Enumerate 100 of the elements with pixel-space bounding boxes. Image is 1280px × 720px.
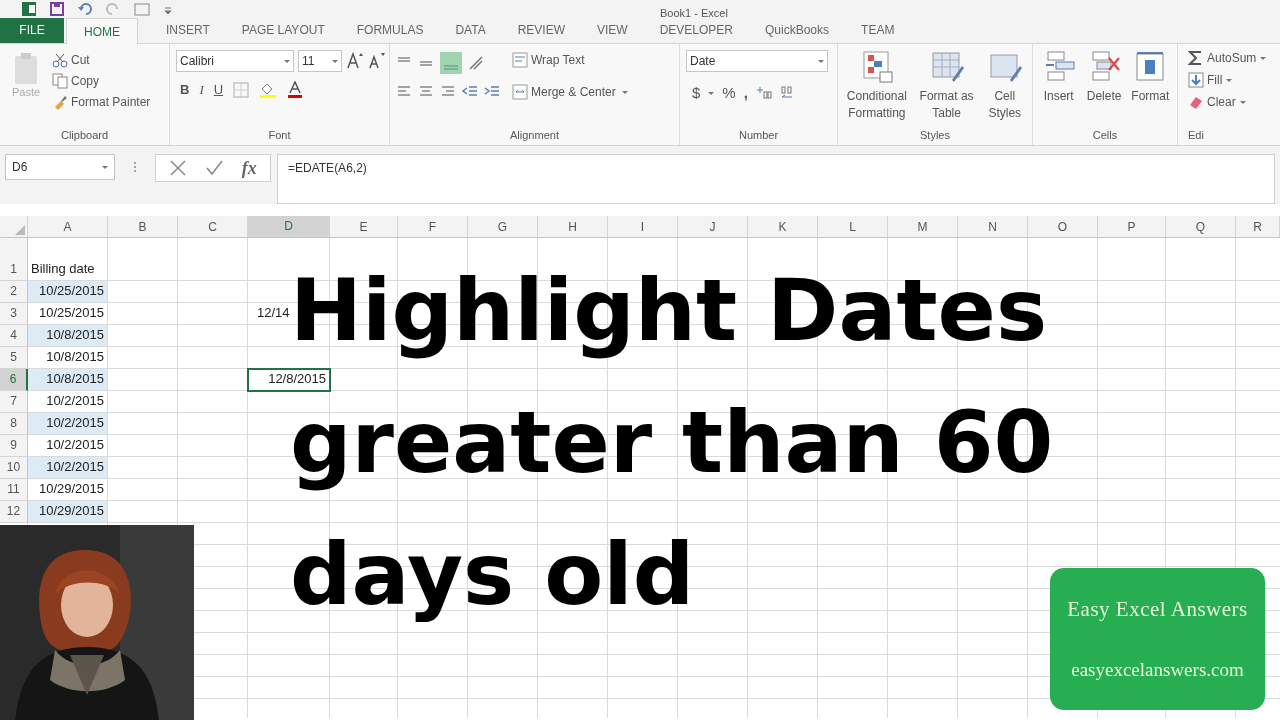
row-header[interactable]: 5 xyxy=(0,347,28,369)
more-options-icon[interactable] xyxy=(133,160,137,174)
column-header[interactable]: N xyxy=(958,216,1028,237)
row-header[interactable]: 10 xyxy=(0,457,28,479)
cell-styles-button[interactable]: Cell Styles xyxy=(983,50,1026,122)
underline-button[interactable]: U xyxy=(213,80,224,100)
column-header[interactable]: H xyxy=(538,216,608,237)
ribbon-tab[interactable]: INSERT xyxy=(150,17,226,43)
format-cells-button[interactable]: Format xyxy=(1129,50,1171,105)
font-color-icon[interactable] xyxy=(287,80,304,99)
autosum-button[interactable]: AutoSum xyxy=(1188,48,1257,68)
table-cell: 10/2/2015 xyxy=(28,457,108,479)
ribbon-tab[interactable]: FORMULAS xyxy=(340,17,440,43)
column-header[interactable]: I xyxy=(608,216,678,237)
row-header[interactable]: 6 xyxy=(0,369,28,391)
ribbon-tab[interactable]: PAGE LAYOUT xyxy=(225,17,341,43)
column-header[interactable]: J xyxy=(678,216,748,237)
clear-button[interactable]: Clear xyxy=(1188,92,1236,112)
caret-icon[interactable] xyxy=(1260,56,1267,60)
column-header[interactable]: P xyxy=(1098,216,1166,237)
ribbon-tab[interactable]: TEAM xyxy=(845,17,911,43)
column-header[interactable]: K xyxy=(748,216,818,237)
copy-icon[interactable] xyxy=(52,73,68,89)
table-cell: 12/8/2015 xyxy=(248,369,330,391)
table-style-icon[interactable] xyxy=(929,50,964,84)
format-painter-button[interactable]: Format Painter xyxy=(52,92,151,112)
bold-button[interactable]: B xyxy=(180,80,190,100)
row-header[interactable]: 1 xyxy=(0,238,28,281)
badge-url: easyexcelanswers.com xyxy=(1071,658,1244,682)
wrap-text-button[interactable]: Wrap Text xyxy=(512,50,628,70)
increase-decimal-icon[interactable] xyxy=(755,86,772,101)
group-label: Font xyxy=(268,127,291,143)
insert-function-button[interactable]: fx xyxy=(241,154,257,182)
save-icon[interactable] xyxy=(50,2,64,16)
caret-icon[interactable] xyxy=(818,59,824,63)
currency-button[interactable]: $ xyxy=(692,82,701,105)
column-header[interactable]: R xyxy=(1236,216,1280,237)
merge-center-button[interactable]: Merge & Center xyxy=(512,82,616,102)
caret-icon[interactable] xyxy=(332,59,338,63)
conditional-formatting-button[interactable]: Conditional Formatting xyxy=(844,50,910,122)
formula-field[interactable]: =EDATE(A6,2) xyxy=(277,154,1275,204)
ribbon-tab[interactable]: VIEW xyxy=(581,17,644,43)
row-header[interactable]: 7 xyxy=(0,391,28,413)
caret-icon[interactable] xyxy=(284,59,290,63)
caret-icon[interactable] xyxy=(621,90,628,94)
comma-button[interactable]: , xyxy=(743,82,748,105)
cancel-icon[interactable] xyxy=(169,159,188,177)
row-header[interactable]: 4 xyxy=(0,325,28,347)
column-header[interactable]: G xyxy=(468,216,538,237)
italic-button[interactable]: I xyxy=(199,80,204,100)
enter-icon[interactable] xyxy=(205,159,224,177)
ribbon-tab[interactable]: DATA xyxy=(439,17,502,43)
ribbon-tab[interactable]: REVIEW xyxy=(501,17,581,43)
undo-icon[interactable] xyxy=(78,2,92,16)
badge-title: Easy Excel Answers xyxy=(1067,595,1248,623)
spreadsheet-icon[interactable] xyxy=(22,2,36,16)
caret-icon[interactable] xyxy=(1239,100,1246,104)
percent-button[interactable]: % xyxy=(722,82,736,105)
row-header[interactable]: 2 xyxy=(0,281,28,303)
column-header[interactable]: M xyxy=(888,216,958,237)
insert-cells-button[interactable]: Insert xyxy=(1039,50,1079,105)
eraser-icon[interactable] xyxy=(1188,94,1204,110)
caret-icon[interactable] xyxy=(102,165,108,169)
caret-icon[interactable] xyxy=(1226,78,1233,82)
fill-down-icon[interactable] xyxy=(1188,72,1204,88)
cut-button[interactable]: Cut xyxy=(52,50,151,70)
row-header[interactable]: 3 xyxy=(0,303,28,325)
ribbon-tab[interactable]: HOME xyxy=(66,18,138,44)
table-cell: 10/29/2015 xyxy=(28,501,108,523)
ribbon-tab[interactable]: QuickBooks xyxy=(749,17,846,43)
column-header[interactable]: Q xyxy=(1166,216,1236,237)
caret-icon[interactable] xyxy=(708,91,715,95)
ribbon-tab[interactable]: FILE xyxy=(0,17,64,43)
shrink-font-icon[interactable] xyxy=(368,52,386,70)
column-header[interactable]: A xyxy=(28,216,108,237)
font-size-field[interactable]: 11 xyxy=(298,50,342,72)
delete-cells-button[interactable]: Delete xyxy=(1084,50,1124,105)
row-header[interactable]: 9 xyxy=(0,435,28,457)
column-header[interactable]: O xyxy=(1028,216,1098,237)
column-header[interactable]: B xyxy=(108,216,178,237)
group-label: Cells xyxy=(1092,127,1118,143)
ribbon-tab[interactable]: DEVELOPER xyxy=(643,17,749,43)
row-header[interactable]: 12 xyxy=(0,501,28,523)
merge-cells-icon[interactable] xyxy=(512,84,528,100)
column-header[interactable]: F xyxy=(398,216,468,237)
copy-button[interactable]: Copy xyxy=(52,71,151,91)
number-format-field[interactable]: Date xyxy=(686,50,828,72)
grow-font-icon[interactable] xyxy=(346,52,364,70)
row-header[interactable]: 11 xyxy=(0,479,28,501)
sigma-icon[interactable] xyxy=(1188,50,1204,66)
fill-button[interactable]: Fill xyxy=(1188,70,1223,90)
orientation-icon[interactable] xyxy=(468,55,484,71)
column-header[interactable]: E xyxy=(330,216,398,237)
row-header[interactable]: 8 xyxy=(0,413,28,435)
column-header[interactable]: D xyxy=(248,216,330,237)
font-name-field[interactable]: Calibri xyxy=(176,50,294,72)
column-header[interactable]: L xyxy=(818,216,888,237)
scissors-icon[interactable] xyxy=(52,52,68,68)
format-as-table-button[interactable]: Format as Table xyxy=(915,50,978,122)
name-box[interactable]: D6 xyxy=(5,154,115,180)
